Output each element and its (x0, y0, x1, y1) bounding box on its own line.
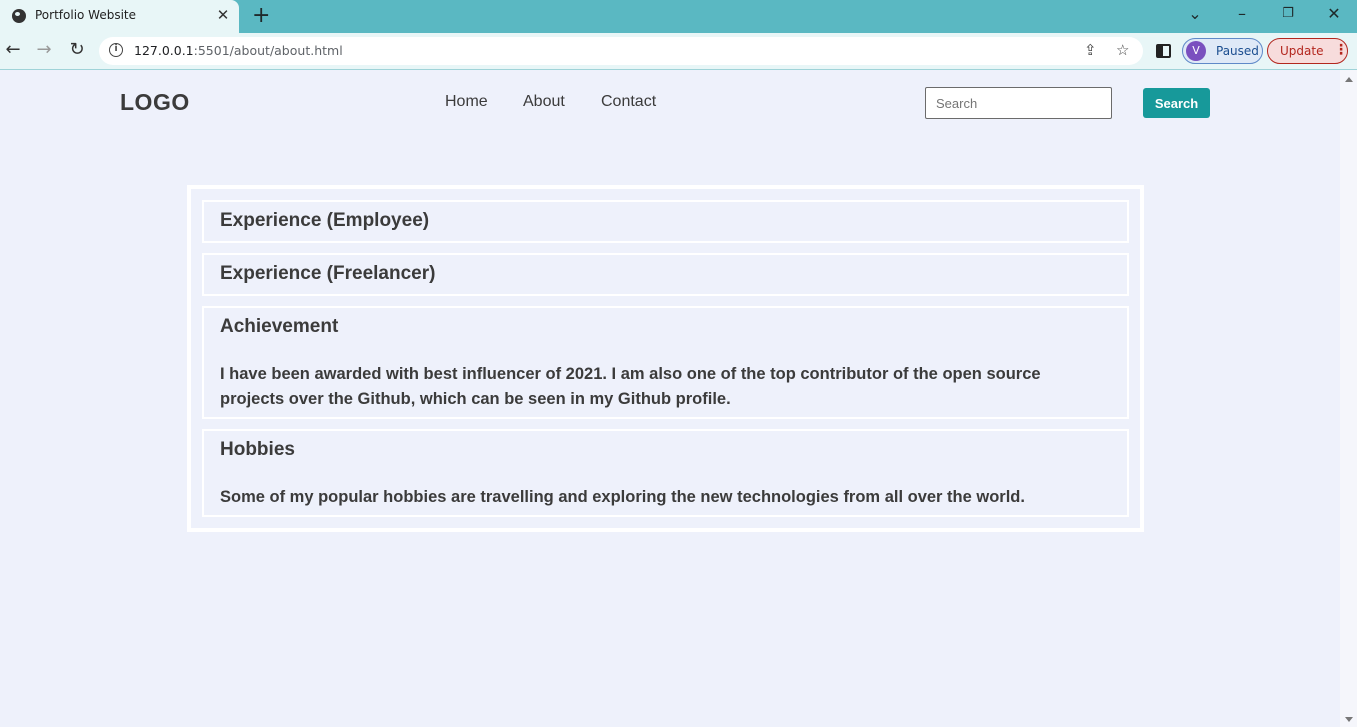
bookmark-star-icon[interactable]: ☆ (1116, 41, 1129, 59)
share-icon[interactable]: ⇪ (1084, 41, 1097, 59)
close-tab-icon[interactable]: ✕ (215, 6, 231, 24)
site-logo[interactable]: LOGO (120, 89, 190, 116)
forward-icon[interactable]: → (33, 39, 55, 60)
browser-tab[interactable]: Portfolio Website ✕ (0, 0, 239, 33)
globe-icon (12, 9, 26, 23)
profile-button[interactable]: V Paused (1182, 38, 1263, 64)
section-title: Experience (Employee) (220, 210, 430, 231)
back-icon[interactable]: ← (2, 39, 24, 60)
section-achievement: Achievement I have been awarded with bes… (202, 306, 1129, 419)
section-body: I have been awarded with best influencer… (220, 365, 1041, 408)
profile-status: Paused (1216, 44, 1259, 58)
close-window-icon[interactable]: ✕ (1324, 4, 1344, 23)
menu-dots-icon: ⋮ (1334, 42, 1348, 58)
new-tab-button[interactable]: + (252, 3, 270, 28)
tab-strip: Portfolio Website ✕ + ⌄ – ❐ ✕ (0, 0, 1357, 33)
nav-link-home[interactable]: Home (445, 93, 488, 111)
tab-search-icon[interactable]: ⌄ (1185, 4, 1205, 23)
section-experience-employee: Experience (Employee) (202, 200, 1129, 243)
section-hobbies: Hobbies Some of my popular hobbies are t… (202, 429, 1129, 517)
reload-icon[interactable]: ↻ (66, 39, 88, 60)
avatar: V (1186, 41, 1206, 61)
minimize-icon[interactable]: – (1232, 4, 1252, 23)
scroll-up-icon[interactable] (1345, 77, 1353, 82)
browser-toolbar: ← → ↻ i 127.0.0.1:5501/about/about.html … (0, 33, 1357, 70)
restore-icon[interactable]: ❐ (1278, 6, 1298, 21)
section-title: Achievement (220, 316, 339, 337)
section-title: Experience (Freelancer) (220, 263, 436, 284)
nav-link-about[interactable]: About (523, 93, 565, 111)
address-bar[interactable]: i 127.0.0.1:5501/about/about.html ⇪ ☆ (99, 37, 1143, 65)
search-input[interactable] (925, 87, 1112, 119)
site-info-icon[interactable]: i (109, 43, 123, 57)
vertical-scrollbar[interactable] (1340, 70, 1357, 727)
url-text[interactable]: 127.0.0.1:5501/about/about.html (134, 43, 343, 58)
side-panel-icon[interactable] (1156, 44, 1171, 58)
section-body: Some of my popular hobbies are travellin… (220, 488, 1025, 506)
update-label: Update (1280, 44, 1324, 58)
search-button[interactable]: Search (1143, 88, 1210, 118)
section-title: Hobbies (220, 439, 295, 460)
scroll-down-icon[interactable] (1345, 717, 1353, 722)
update-button[interactable]: Update ⋮ (1267, 38, 1348, 64)
nav-link-contact[interactable]: Contact (601, 93, 656, 111)
tab-title: Portfolio Website (35, 8, 137, 22)
section-experience-freelancer: Experience (Freelancer) (202, 253, 1129, 296)
